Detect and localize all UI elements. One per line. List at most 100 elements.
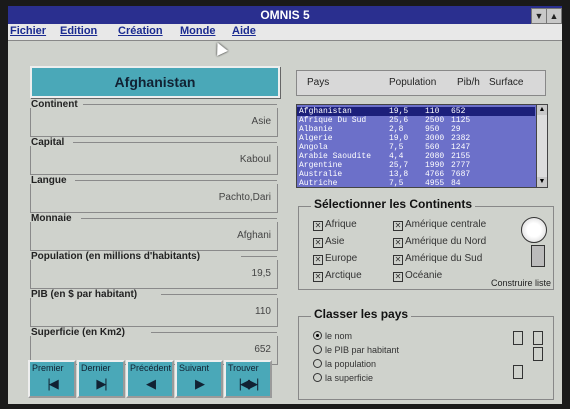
country-pib: 1990 — [425, 161, 445, 170]
field-population[interactable]: Population (en millions d'habitants) 19,… — [30, 251, 278, 289]
continent-checkbox[interactable]: ✕ Arctique — [313, 270, 362, 282]
sort-option[interactable]: la population — [313, 359, 376, 369]
list-item[interactable]: Afghanistan 19,5 110 652 — [297, 107, 535, 116]
list-item[interactable]: Argentine 25,7 1990 2777 — [297, 161, 535, 170]
list-item[interactable]: Afrique Du Sud 25,6 2500 1125 — [297, 116, 535, 125]
field-label: Population (en millions d'habitants) — [31, 251, 204, 262]
checkbox-icon: ✕ — [393, 272, 403, 282]
nav-label: Trouver — [228, 363, 259, 373]
first-icon: |◀ — [47, 376, 58, 391]
minimize-icon[interactable]: ▼ — [531, 8, 547, 24]
field-label: Capital — [31, 137, 68, 148]
field-label: Continent — [31, 99, 81, 110]
menu-edition[interactable]: Edition — [60, 25, 97, 37]
continent-checkbox[interactable]: ✕ Amérique centrale — [393, 219, 486, 231]
field-continent[interactable]: Continent Asie — [30, 99, 278, 137]
maximize-icon[interactable]: ▲ — [546, 8, 562, 24]
country-surface: 652 — [451, 107, 466, 116]
field-label: Monnaie — [31, 213, 75, 224]
nav-label: Suivant — [179, 363, 210, 373]
country-pib: 3000 — [425, 134, 445, 143]
country-population: 7,5 — [389, 179, 404, 188]
list-scrollbar[interactable]: ▲ ▼ — [536, 105, 547, 187]
continent-checkbox[interactable]: ✕ Asie — [313, 236, 344, 248]
continent-label: Europe — [325, 253, 358, 264]
menu-fichier[interactable]: Fichier — [10, 25, 46, 37]
sort-option[interactable]: la superficie — [313, 373, 373, 383]
continent-label: Océanie — [405, 270, 443, 281]
menu-monde[interactable]: Monde — [180, 25, 215, 37]
scroll-up-icon[interactable]: ▲ — [537, 105, 547, 115]
continent-checkbox[interactable]: ✕ Amérique du Nord — [393, 236, 486, 248]
first-button[interactable]: Premier |◀ — [28, 360, 76, 398]
field-value: 19,5 — [251, 268, 271, 279]
checkbox-icon: ✕ — [393, 255, 403, 265]
col-header-pays: Pays — [307, 77, 330, 88]
field-capital[interactable]: Capital Kaboul — [30, 137, 278, 175]
country-surface: 1125 — [451, 116, 471, 125]
country-pib: 560 — [425, 143, 440, 152]
next-button[interactable]: Suivant ▶ — [175, 360, 223, 398]
country-name: Australie — [299, 170, 343, 179]
field-label: Langue — [31, 175, 70, 186]
field-value: 652 — [254, 344, 271, 355]
country-pib: 4955 — [425, 179, 445, 188]
country-population: 25,6 — [389, 116, 409, 125]
list-item[interactable]: Albanie 2,8 950 29 — [297, 125, 535, 134]
sort-group: Classer les pays le nom le PIB par habita… — [298, 307, 554, 400]
nav-label: Dernier — [81, 363, 111, 373]
list-tower-icon — [531, 245, 545, 267]
field-label: Superficie (en Km2) — [31, 327, 128, 338]
radio-icon — [313, 331, 322, 340]
previous-button[interactable]: Précédent ◀ — [126, 360, 174, 398]
sort-group-title: Classer les pays — [311, 307, 412, 321]
list-item[interactable]: Arabie Saoudite 4,4 2080 2155 — [297, 152, 535, 161]
checkbox-icon: ✕ — [313, 272, 323, 282]
sort-option-label: la population — [325, 359, 377, 369]
list-item[interactable]: Algerie 19,0 3000 2382 — [297, 134, 535, 143]
country-population: 19,0 — [389, 134, 409, 143]
sort-option[interactable]: le nom — [313, 331, 352, 341]
title-bar: OMNIS 5 ▼ ▲ — [8, 6, 562, 24]
country-surface: 2382 — [451, 134, 471, 143]
sort-option-label: la superficie — [325, 373, 374, 383]
checkbox-icon: ✕ — [313, 255, 323, 265]
country-pib: 110 — [425, 107, 440, 116]
menu-creation[interactable]: Création — [118, 25, 163, 37]
list-header: Pays Population Pib/h Surface — [296, 70, 546, 96]
field-pib[interactable]: PIB (en $ par habitant) 110 — [30, 289, 278, 327]
country-title: Afghanistan — [30, 66, 280, 98]
sort-diagram-icon — [533, 347, 543, 361]
list-item[interactable]: Angola 7,5 560 1247 — [297, 143, 535, 152]
field-value: Kaboul — [239, 154, 271, 165]
field-monnaie[interactable]: Monnaie Afghani — [30, 213, 278, 251]
continent-checkbox[interactable]: ✕ Amérique du Sud — [393, 253, 482, 265]
menu-aide[interactable]: Aide — [232, 25, 256, 37]
scroll-down-icon[interactable]: ▼ — [537, 177, 547, 187]
continent-checkbox[interactable]: ✕ Afrique — [313, 219, 357, 231]
country-pib: 950 — [425, 125, 440, 134]
field-langue[interactable]: Langue Pachto,Dari — [30, 175, 278, 213]
country-name: Autriche — [299, 179, 338, 188]
find-button[interactable]: Trouver |◀▶| — [224, 360, 272, 398]
last-icon: ▶| — [96, 376, 107, 391]
build-list-button[interactable]: Construire liste — [490, 278, 551, 288]
radio-icon — [313, 345, 322, 354]
continent-group-title: Sélectionner les Continents — [311, 197, 476, 211]
checkbox-icon: ✕ — [393, 238, 403, 248]
last-button[interactable]: Dernier ▶| — [77, 360, 125, 398]
field-value: 110 — [255, 306, 271, 317]
sort-diagram-icon — [513, 331, 523, 345]
list-item[interactable]: Autriche 7,5 4955 84 — [297, 179, 535, 188]
checkbox-icon: ✕ — [313, 221, 323, 231]
continent-group: Sélectionner les Continents ✕ Afrique ✕ Asi… — [298, 197, 554, 290]
sort-option[interactable]: le PIB par habitant — [313, 345, 399, 355]
field-label: PIB (en $ par habitant) — [31, 289, 141, 300]
country-list[interactable]: Afghanistan 19,5 110 652 Afrique Du Sud 25,6 2… — [296, 104, 548, 188]
continent-checkbox[interactable]: ✕ Europe — [313, 253, 357, 265]
country-name: Albanie — [299, 125, 333, 134]
continent-checkbox[interactable]: ✕ Océanie — [393, 270, 442, 282]
previous-icon: ◀ — [146, 376, 156, 391]
radio-icon — [313, 373, 322, 382]
list-item[interactable]: Australie 13,8 4766 7687 — [297, 170, 535, 179]
